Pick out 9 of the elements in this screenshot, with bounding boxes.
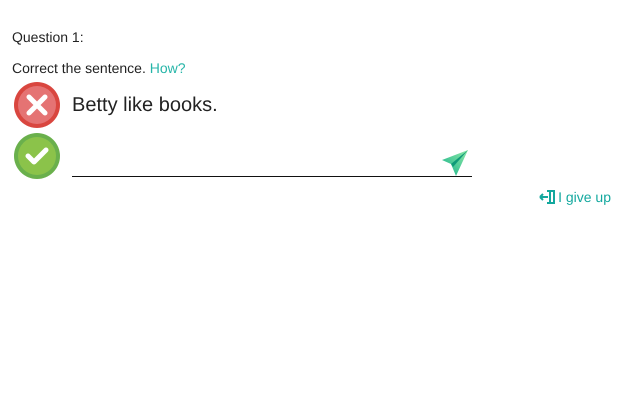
instruction-text: Correct the sentence.: [12, 60, 146, 76]
give-up-link[interactable]: I give up: [539, 189, 611, 205]
wrong-sentence: Betty like books.: [72, 94, 218, 116]
cross-icon: [14, 82, 60, 128]
check-icon: [14, 133, 60, 179]
exit-icon: [539, 190, 556, 204]
help-link[interactable]: How?: [150, 60, 186, 76]
question-label: Question 1:: [12, 28, 85, 46]
send-icon[interactable]: [442, 150, 468, 176]
